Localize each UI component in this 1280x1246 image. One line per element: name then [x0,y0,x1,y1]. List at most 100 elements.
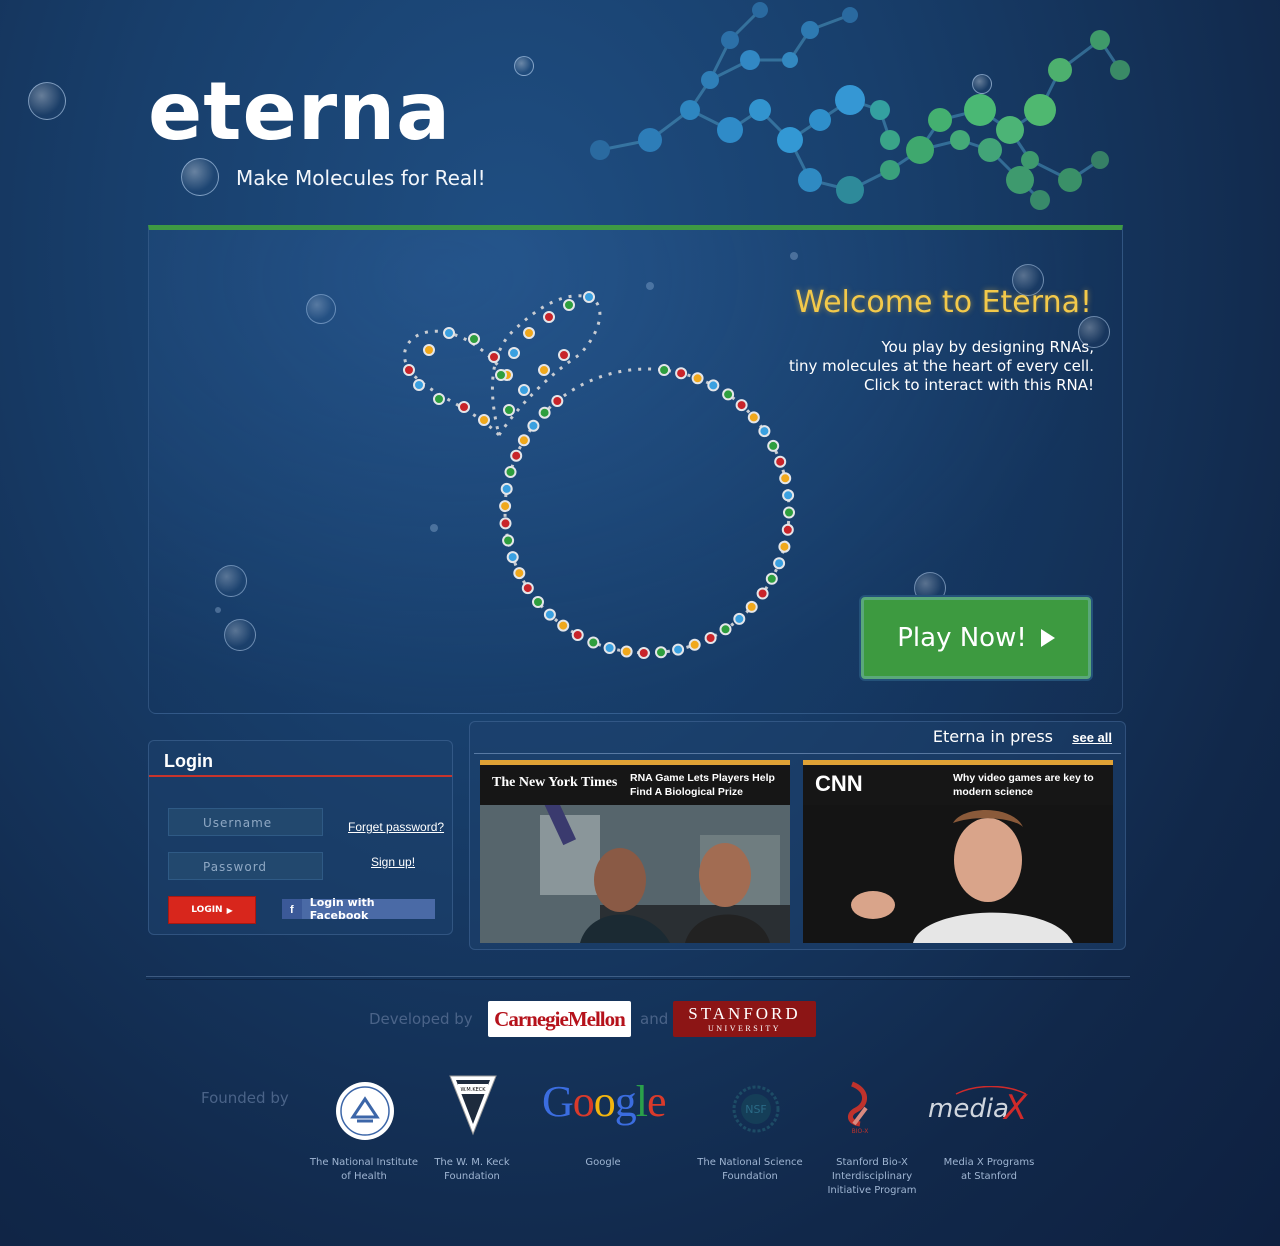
keck-shield-icon: W.M.KECK [449,1075,497,1136]
sponsor-name: Stanford Bio-X [836,1157,908,1168]
rna-base [781,523,794,536]
rna-base [468,333,480,345]
login-button-label: LOGIN [191,905,223,915]
rna-base [433,393,445,405]
facebook-login-button[interactable]: f Login with Facebook [282,896,435,922]
press-headline: Find A Biological Prize [630,786,743,798]
press-card-cnn[interactable]: CNN Why video games are key to modern sc… [803,760,1113,943]
rna-base [488,351,500,363]
sponsor-name: Foundation [722,1171,778,1182]
rna-base [413,379,425,391]
rna-base [523,327,535,339]
rna-base [478,414,490,426]
stanford-logo-line: UNIVERSITY [708,1024,781,1033]
sponsor-name: Media X Programs [943,1157,1035,1168]
rna-base [707,379,720,392]
press-headline: RNA Game Lets Players Help [630,772,775,784]
rna-base [587,636,600,649]
login-button[interactable]: LOGIN ▶ [168,896,256,924]
carnegie-mellon-logo[interactable]: CarnegieMellon [488,1001,631,1037]
sponsor-name: The National Science [697,1157,803,1168]
rna-base [782,489,795,502]
bio-x-logo[interactable]: BIO-X [840,1080,880,1136]
nsf-logo[interactable]: NSF [729,1082,783,1136]
nih-logo[interactable] [335,1081,395,1141]
rna-base [551,395,564,407]
svg-text:media: media [928,1094,1009,1124]
sponsor-name: of Health [341,1171,387,1182]
sponsor-name: Google [585,1157,621,1168]
forgot-password-link[interactable]: Forget password? [348,820,444,834]
play-now-button[interactable]: Play Now! [861,597,1091,679]
rna-base [563,299,575,311]
press-card-header: CNN Why video games are key to modern sc… [803,765,1113,805]
rna-base [704,632,717,644]
svg-text:NSF: NSF [745,1103,767,1116]
founded-by-label: Founded by [201,1089,289,1107]
rna-base [543,608,556,621]
rna-base [521,582,534,595]
stanford-logo-line: STANFORD [688,1004,801,1023]
rna-base [532,596,544,608]
rna-base [499,500,512,513]
rna-base [767,439,780,452]
rna-base [503,404,515,416]
rna-base [543,311,555,323]
rna-base [510,449,523,462]
rna-base [504,466,517,478]
rna-base [500,482,513,495]
media-x-logo[interactable]: media X [926,1085,1030,1130]
google-logo[interactable]: Google [542,1076,667,1127]
rna-base [620,645,633,658]
eterna-logo[interactable]: eterna [148,72,451,152]
hero-description-line: Click to interact with this RNA! [863,376,1094,394]
rna-base [518,384,530,396]
bubble-decoration [28,82,66,120]
keck-foundation-logo[interactable]: W.M.KECK [448,1074,498,1136]
and-label: and [640,1010,669,1028]
sponsor-name: Interdisciplinary [831,1171,913,1182]
arrow-right-icon: ▶ [226,905,233,915]
nytimes-logo: The New York Times [492,775,618,790]
login-title: Login [164,751,213,771]
rna-base [756,587,769,600]
rna-base [499,517,512,530]
sign-up-link[interactable]: Sign up! [371,855,415,869]
rna-base [745,600,758,613]
sponsor-name: Initiative Program [827,1185,917,1196]
hero-panel: Welcome to Eterna! You play by designing… [148,225,1123,714]
rna-base [658,364,671,376]
login-divider [149,775,452,777]
rna-base [655,646,667,659]
rna-base [783,506,795,519]
rna-base [733,612,746,625]
username-field[interactable]: Username [168,808,323,836]
rna-base [502,534,515,547]
rna-base [675,367,688,380]
svg-text:W.M.KECK: W.M.KECK [460,1087,486,1093]
rna-base [513,567,526,580]
press-card-header: The New York Times RNA Game Lets Players… [480,765,790,805]
nsf-seal-icon: NSF [732,1085,780,1133]
footer-divider [146,976,1130,980]
rna-base [719,623,732,636]
see-all-link[interactable]: see all [1072,730,1112,745]
rna-base [506,551,519,564]
rna-base [557,619,570,632]
press-card-nytimes[interactable]: The New York Times RNA Game Lets Players… [480,760,790,943]
login-panel: Login Username Password Forget password?… [148,740,453,935]
play-now-label: Play Now! [897,623,1027,653]
rna-structure-graphic[interactable] [389,275,809,675]
rna-base [517,434,530,447]
rna-base [508,347,520,359]
bubble-decoration [181,158,219,196]
press-panel: Eterna in press see all The New York Tim… [469,721,1126,950]
rna-base [443,327,455,339]
rna-base [722,388,735,401]
rna-base [765,572,778,585]
bio-x-icon: BIO-X [848,1081,868,1135]
bubble-decoration [514,56,534,76]
password-field[interactable]: Password [168,852,323,880]
stanford-logo[interactable]: STANFORD UNIVERSITY [673,1001,816,1037]
rna-base [538,406,551,419]
